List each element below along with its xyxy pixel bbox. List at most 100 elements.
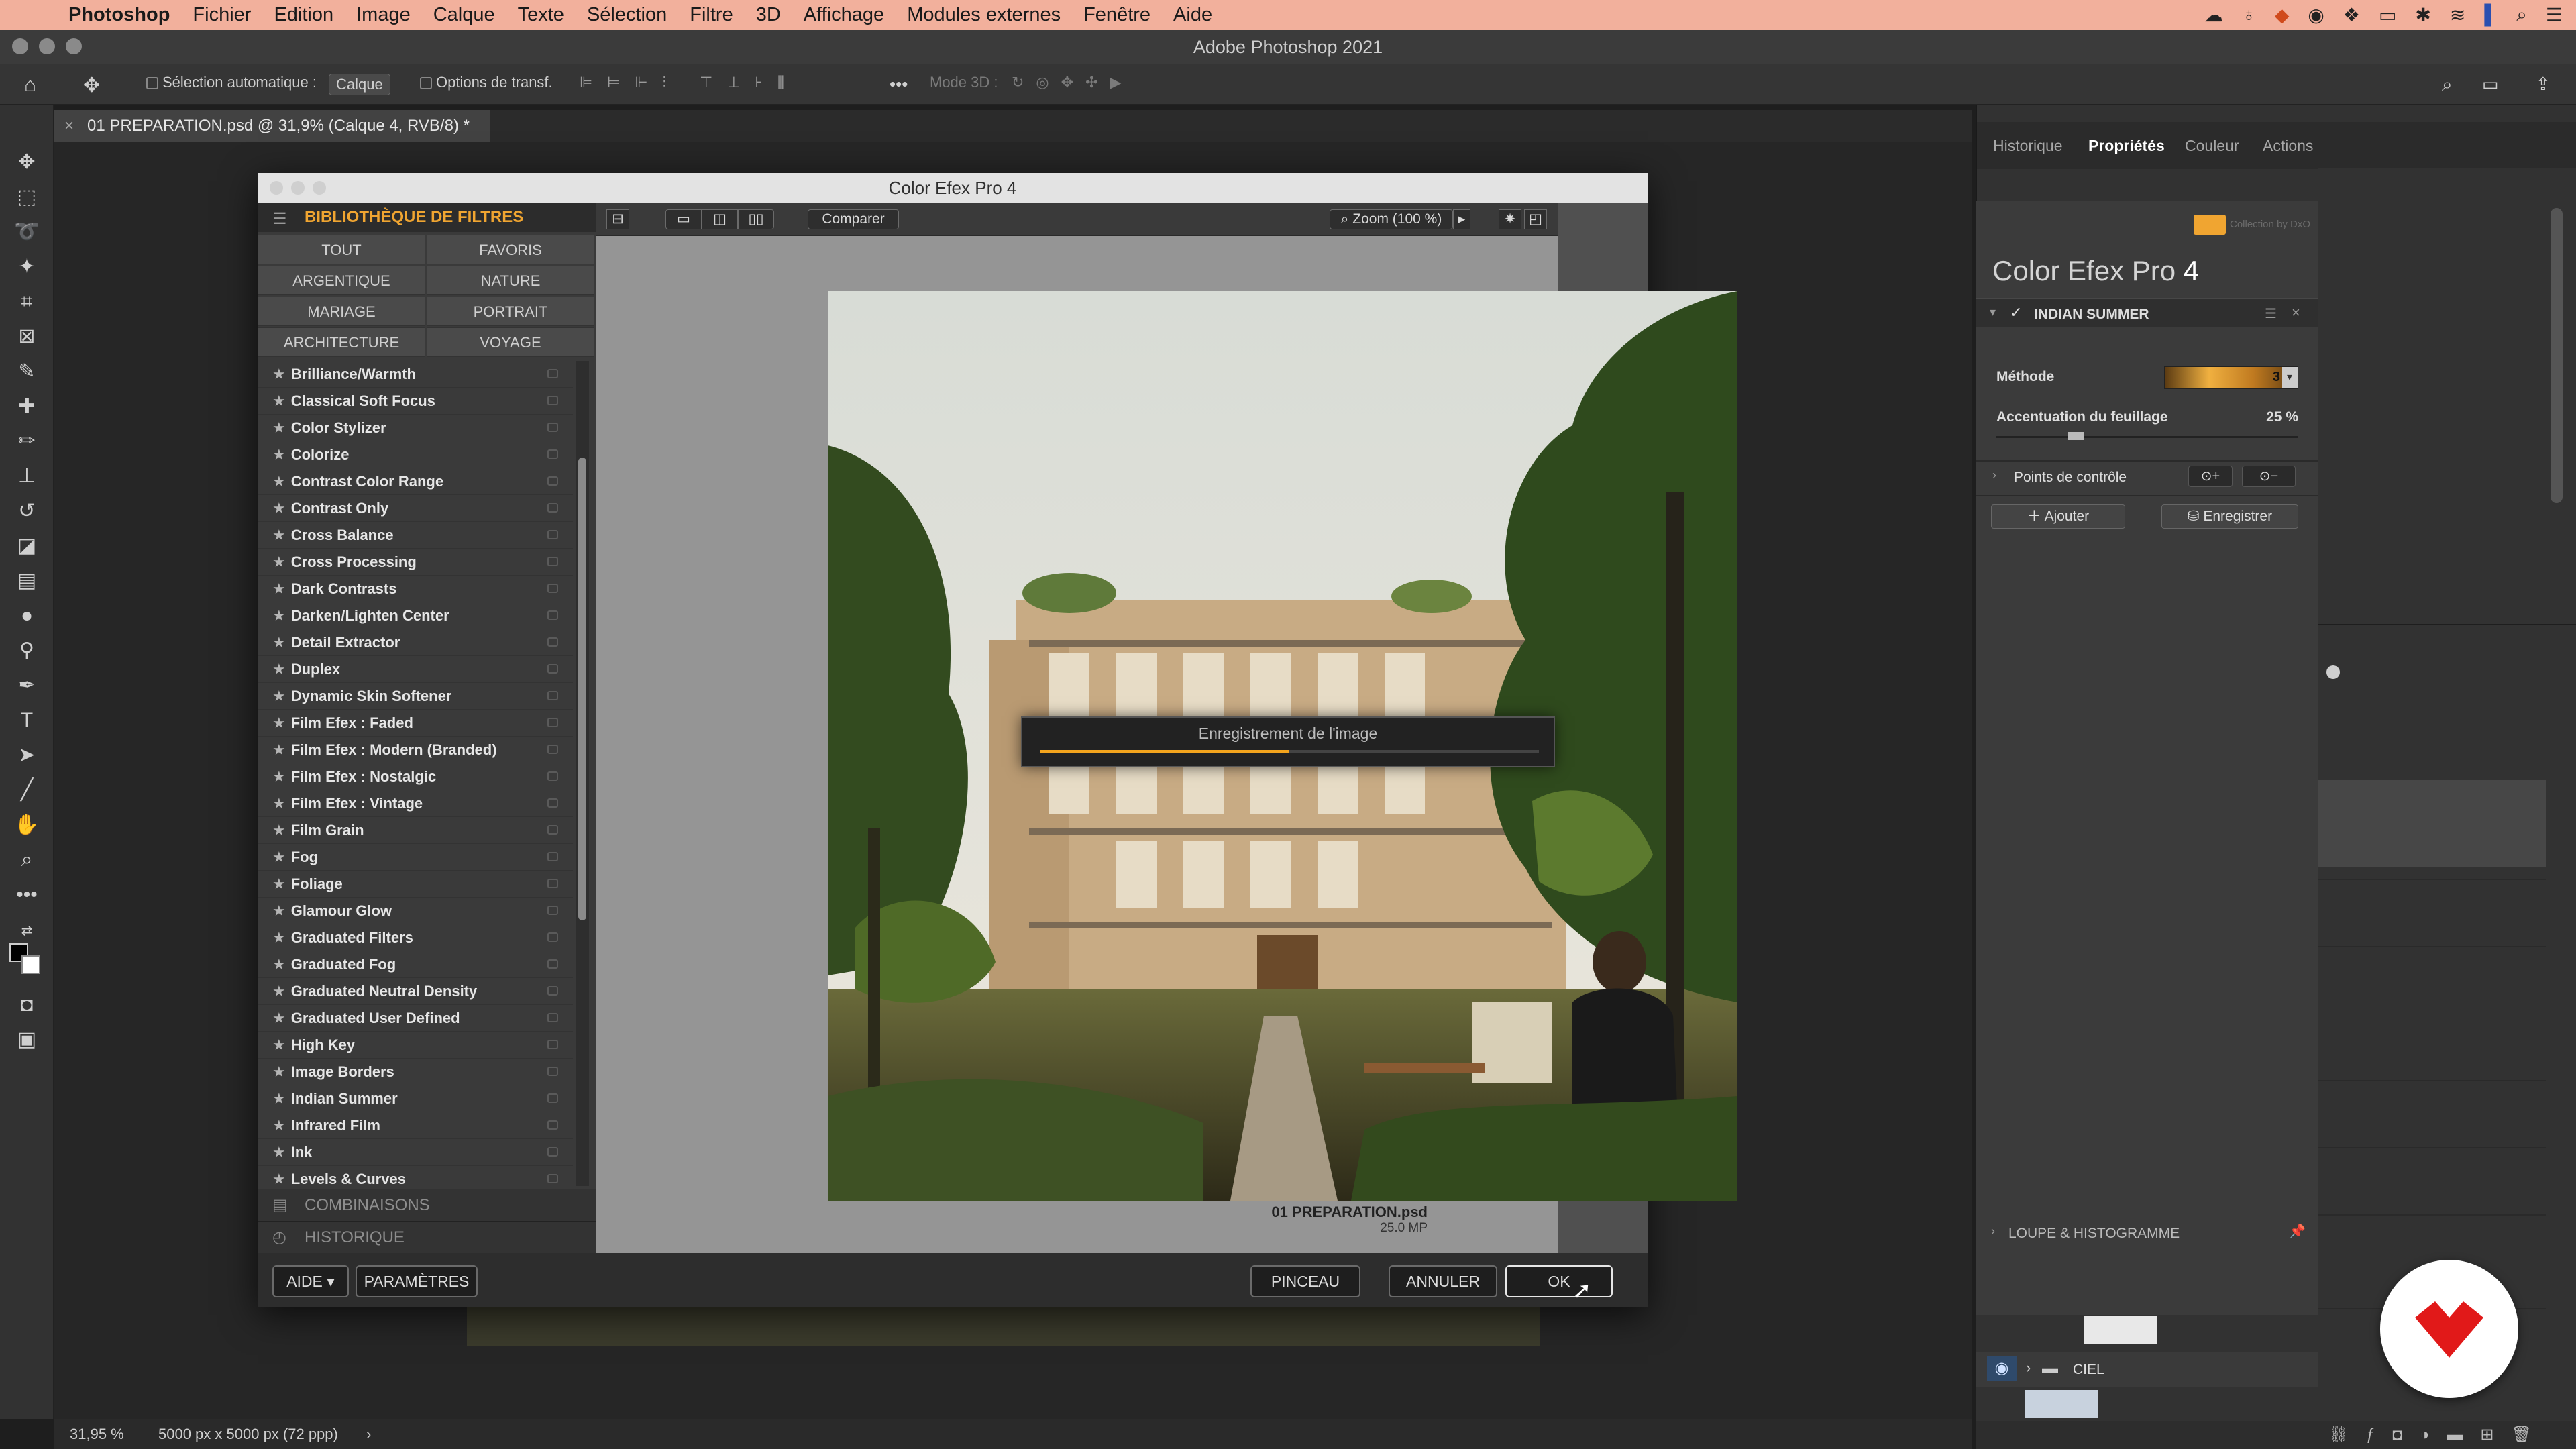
- filter-item[interactable]: ★ Classical Soft Focus: [258, 388, 573, 415]
- split-view-icon[interactable]: ◫: [702, 209, 738, 229]
- filter-preview-icon[interactable]: [547, 798, 558, 808]
- filter-preview-icon[interactable]: [547, 369, 558, 378]
- healing-brush-icon[interactable]: ✚: [12, 392, 42, 421]
- menu-modules[interactable]: Modules externes: [907, 4, 1061, 26]
- filter-item[interactable]: ★ Color Stylizer: [258, 415, 573, 441]
- eyedropper-icon[interactable]: ✎: [12, 357, 42, 386]
- filter-item[interactable]: ★ Ink: [258, 1139, 573, 1166]
- dialog-close-button[interactable]: [270, 181, 283, 195]
- filter-list-scroll-thumb[interactable]: [578, 458, 586, 920]
- background-color[interactable]: [21, 955, 40, 974]
- move-tool-icon[interactable]: ✥: [12, 148, 42, 177]
- filter-preview-icon[interactable]: [547, 637, 558, 647]
- filter-preview-icon[interactable]: [547, 584, 558, 593]
- filter-enable-checkbox[interactable]: ✓: [2010, 304, 2022, 321]
- filter-preview-icon[interactable]: [547, 396, 558, 405]
- favorite-star-icon[interactable]: ★: [272, 607, 286, 624]
- favorite-star-icon[interactable]: ★: [272, 392, 286, 409]
- filter-preview-icon[interactable]: [547, 825, 558, 835]
- favorite-star-icon[interactable]: ★: [272, 688, 286, 704]
- favorite-star-icon[interactable]: ★: [272, 473, 286, 490]
- filter-item[interactable]: ★ Film Efex : Modern (Branded): [258, 737, 573, 763]
- filter-item[interactable]: ★ Infrared Film: [258, 1112, 573, 1139]
- filter-preview-icon[interactable]: [547, 503, 558, 513]
- filter-item[interactable]: ★ Graduated User Defined: [258, 1005, 573, 1032]
- filter-item[interactable]: ★ Dark Contrasts: [258, 576, 573, 602]
- brush-tool-icon[interactable]: ✏: [12, 427, 42, 456]
- combinations-section[interactable]: ▤ COMBINAISONS: [258, 1189, 596, 1221]
- transform-checkbox[interactable]: [420, 77, 432, 90]
- menu-app-name[interactable]: Photoshop: [68, 4, 170, 26]
- creative-cloud-icon[interactable]: ☁: [2204, 4, 2223, 26]
- zoom-window-button[interactable]: [66, 38, 82, 54]
- filter-preview-icon[interactable]: [547, 664, 558, 674]
- filter-preview-icon[interactable]: [547, 1174, 558, 1183]
- loupe-light-icon[interactable]: ✷: [1499, 209, 1521, 229]
- zoom-select[interactable]: ⌕ Zoom (100 %): [1330, 209, 1453, 229]
- magic-wand-icon[interactable]: ✦: [12, 252, 42, 282]
- swap-colors-icon[interactable]: ⇄: [12, 916, 42, 946]
- favorite-star-icon[interactable]: ★: [272, 741, 286, 758]
- save-preset-button[interactable]: ⛁ Enregistrer: [2161, 504, 2298, 529]
- favorite-star-icon[interactable]: ★: [272, 902, 286, 919]
- dialog-minimize-button[interactable]: [291, 181, 305, 195]
- favorite-star-icon[interactable]: ★: [272, 929, 286, 946]
- lasso-tool-icon[interactable]: ➰: [12, 217, 42, 247]
- filter-item[interactable]: ★ Graduated Fog: [258, 951, 573, 978]
- filter-item[interactable]: ★ Brilliance/Warmth: [258, 361, 573, 388]
- stamp-tool-icon[interactable]: ⊥: [12, 462, 42, 491]
- filter-item[interactable]: ★ High Key: [258, 1032, 573, 1059]
- home-icon[interactable]: ⌂: [24, 74, 36, 97]
- filter-item[interactable]: ★ Film Efex : Vintage: [258, 790, 573, 817]
- favorite-star-icon[interactable]: ★: [272, 419, 286, 436]
- category-tout[interactable]: TOUT: [258, 235, 425, 264]
- side-by-side-icon[interactable]: ▯▯: [738, 209, 774, 229]
- category-mariage[interactable]: MARIAGE: [258, 297, 425, 326]
- tab-actions[interactable]: Actions: [2263, 137, 2313, 155]
- filter-item[interactable]: ★ Levels & Curves: [258, 1166, 573, 1187]
- filter-preview-icon[interactable]: [547, 986, 558, 996]
- tab-proprietes[interactable]: Propriétés: [2088, 137, 2165, 155]
- blur-tool-icon[interactable]: ●: [12, 601, 42, 631]
- frame-tool-icon[interactable]: ⊠: [12, 322, 42, 352]
- wifi-icon[interactable]: ≋: [2450, 4, 2465, 26]
- dodge-tool-icon[interactable]: ⚲: [12, 636, 42, 665]
- category-argentique[interactable]: ARGENTIQUE: [258, 266, 425, 295]
- favorite-star-icon[interactable]: ★: [272, 1036, 286, 1053]
- menu-affichage[interactable]: Affichage: [804, 4, 884, 26]
- layers-footer-icons[interactable]: ⛓ƒ◘◑▬⊞🗑: [1976, 1421, 2576, 1449]
- eye-icon[interactable]: ◉: [2308, 4, 2324, 26]
- category-voyage[interactable]: VOYAGE: [427, 327, 594, 357]
- favorite-star-icon[interactable]: ★: [272, 849, 286, 865]
- bottle-icon[interactable]: ♁: [2242, 4, 2256, 25]
- favorite-star-icon[interactable]: ★: [272, 1063, 286, 1080]
- favorite-star-icon[interactable]: ★: [272, 822, 286, 839]
- method-dropdown-icon[interactable]: ▾: [2282, 367, 2298, 388]
- radio-icon[interactable]: [2326, 665, 2340, 679]
- auto-select-checkbox[interactable]: [146, 77, 158, 90]
- line-tool-icon[interactable]: ╱: [12, 775, 42, 805]
- move-tool-icon[interactable]: ✥: [83, 74, 100, 97]
- filter-remove-icon[interactable]: ×: [2292, 304, 2300, 321]
- favorite-star-icon[interactable]: ★: [272, 1117, 286, 1134]
- menu-fichier[interactable]: Fichier: [193, 4, 251, 26]
- menu-fenetre[interactable]: Fenêtre: [1083, 4, 1150, 26]
- help-button[interactable]: AIDE ▾: [272, 1265, 349, 1297]
- favorite-star-icon[interactable]: ★: [272, 1010, 286, 1026]
- category-portrait[interactable]: PORTRAIT: [427, 297, 594, 326]
- share-icon[interactable]: ⇪: [2536, 74, 2551, 95]
- filter-item[interactable]: ★ Film Grain: [258, 817, 573, 844]
- gradient-icon[interactable]: ▤: [12, 566, 42, 596]
- compare-button[interactable]: Comparer: [808, 209, 899, 229]
- category-favoris[interactable]: FAVORIS: [427, 235, 594, 264]
- settings-button[interactable]: PARAMÈTRES: [356, 1265, 478, 1297]
- control-center-icon[interactable]: ☰: [2546, 4, 2563, 26]
- toggle-panel-icon[interactable]: ⊟: [606, 209, 629, 229]
- filter-item[interactable]: ★ Graduated Filters: [258, 924, 573, 951]
- crop-tool-icon[interactable]: ⌗: [12, 287, 42, 317]
- zoom-tool-icon[interactable]: ⌕: [12, 845, 42, 875]
- favorite-star-icon[interactable]: ★: [272, 661, 286, 678]
- filter-preview-icon[interactable]: [547, 557, 558, 566]
- favorite-star-icon[interactable]: ★: [272, 446, 286, 463]
- quick-mask-icon[interactable]: ◘: [12, 990, 42, 1020]
